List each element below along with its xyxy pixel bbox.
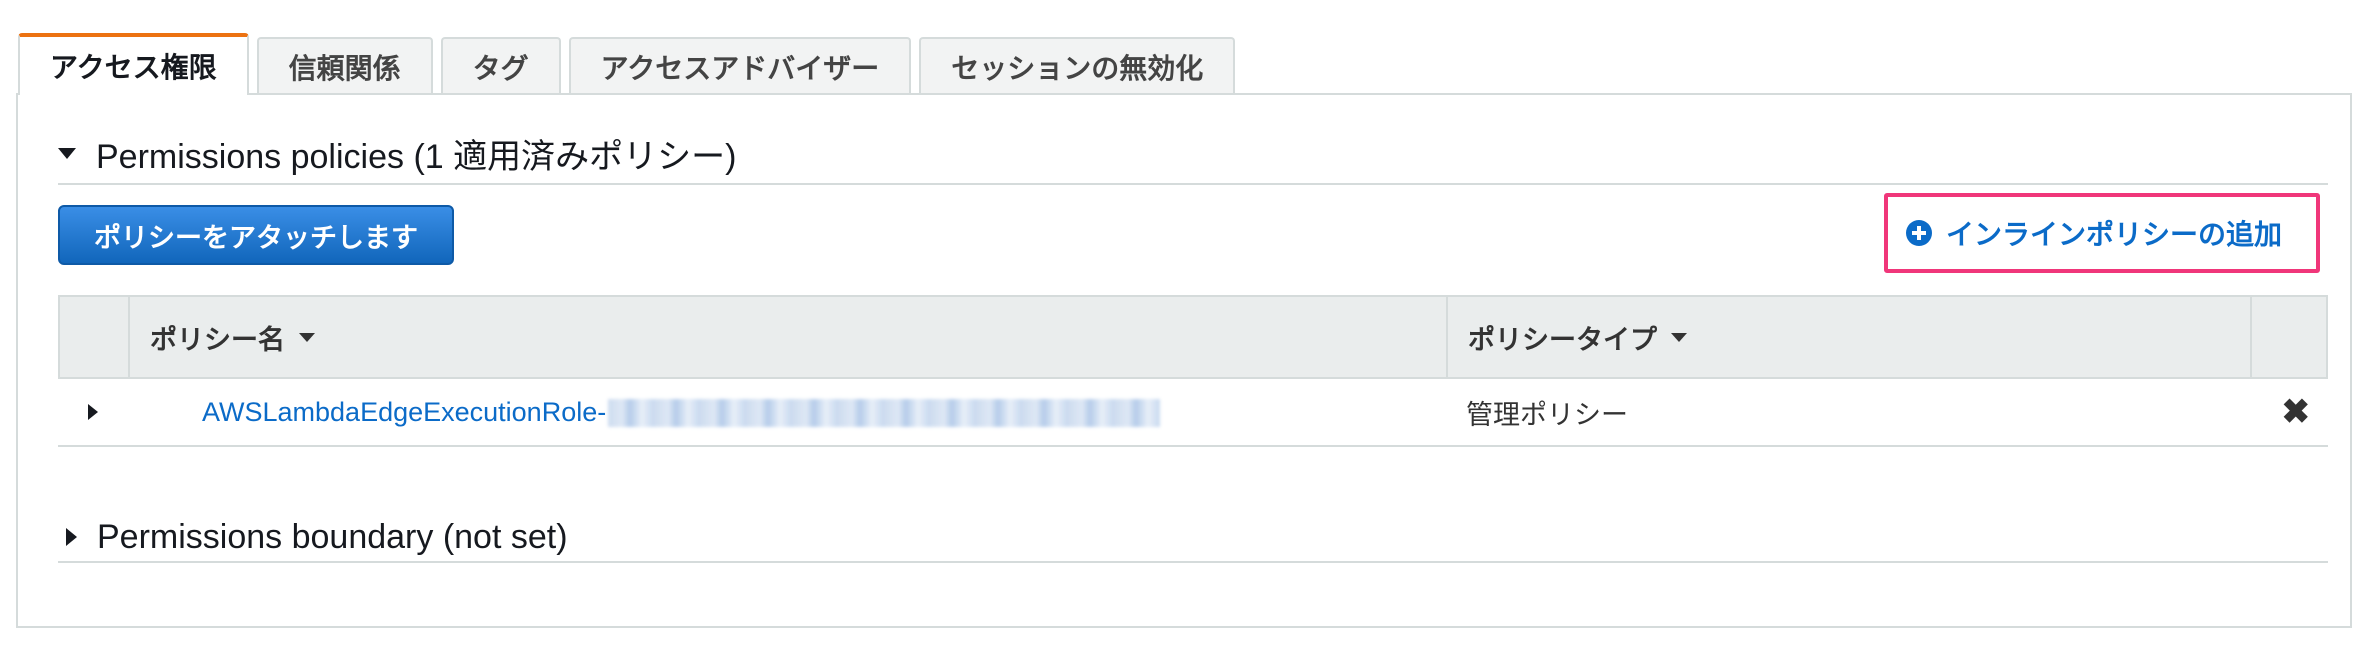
- column-label-policy-name: ポリシー名: [150, 324, 285, 356]
- permissions-boundary-title: Permissions boundary (not set): [97, 517, 568, 556]
- tab-panel: Permissions policies (1 適用済みポリシー) ポリシーをア…: [16, 93, 2352, 628]
- delete-column-header: [2252, 297, 2326, 377]
- policy-name-cell: AWSLambdaEdgeExecutionRole-: [128, 379, 1446, 445]
- delete-cell: ✖: [2250, 379, 2328, 445]
- section-divider: [58, 183, 2328, 185]
- attach-policies-button[interactable]: ポリシーをアタッチします: [58, 205, 454, 265]
- policy-name-link[interactable]: AWSLambdaEdgeExecutionRole-: [202, 396, 1161, 428]
- caret-right-icon: [66, 528, 77, 546]
- section-divider: [58, 561, 2328, 563]
- iam-role-permissions-page: アクセス権限 信頼関係 タグ アクセスアドバイザー セッションの無効化 Perm…: [0, 0, 2376, 648]
- tab-tags[interactable]: タグ: [440, 37, 561, 95]
- tab-access-advisor[interactable]: アクセスアドバイザー: [568, 37, 912, 95]
- plus-circle-icon: [1906, 220, 1932, 246]
- tab-bar: アクセス権限 信頼関係 タグ アクセスアドバイザー セッションの無効化: [18, 33, 1243, 97]
- table-row: AWSLambdaEdgeExecutionRole- 管理ポリシー ✖: [58, 379, 2328, 447]
- tab-revoke-sessions[interactable]: セッションの無効化: [919, 37, 1236, 95]
- redacted-text-blur: [608, 399, 1161, 428]
- column-label-policy-type: ポリシータイプ: [1468, 324, 1657, 356]
- permissions-policies-title: Permissions policies (1 適用済みポリシー): [96, 137, 737, 176]
- caret-down-icon: [58, 147, 76, 159]
- policy-name-text: AWSLambdaEdgeExecutionRole-: [202, 396, 607, 427]
- tab-permissions[interactable]: アクセス権限: [18, 33, 249, 97]
- add-inline-policy-label: インラインポリシーの追加: [1946, 218, 2283, 251]
- column-header-policy-name[interactable]: ポリシー名: [130, 297, 1448, 377]
- caret-right-icon[interactable]: [88, 404, 98, 420]
- row-expand-cell: [58, 379, 128, 445]
- add-inline-policy-link[interactable]: インラインポリシーの追加: [1884, 193, 2320, 273]
- policy-type-cell: 管理ポリシー: [1466, 399, 1628, 430]
- permissions-policies-toggle[interactable]: Permissions policies (1 適用済みポリシー): [58, 127, 2328, 179]
- table-header: ポリシー名 ポリシータイプ: [58, 295, 2328, 379]
- sort-caret-icon[interactable]: [299, 332, 315, 342]
- tab-trust-relationships[interactable]: 信頼関係: [256, 37, 433, 95]
- close-x-icon[interactable]: ✖: [2282, 395, 2311, 429]
- expand-column-header: [60, 297, 130, 377]
- column-header-policy-type[interactable]: ポリシータイプ: [1448, 297, 2252, 377]
- policies-table: ポリシー名 ポリシータイプ AWSLambdaEdgeExecutionRole…: [58, 295, 2328, 447]
- sort-caret-icon[interactable]: [1671, 332, 1687, 342]
- permissions-boundary-toggle[interactable]: Permissions boundary (not set): [58, 511, 2328, 563]
